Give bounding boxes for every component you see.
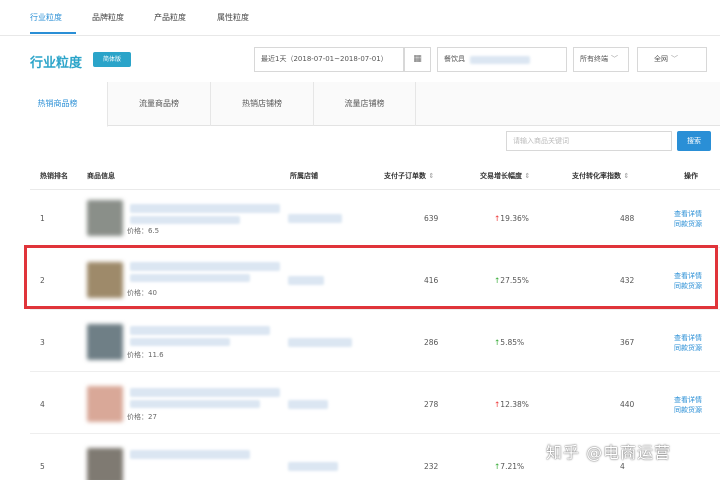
tab-traffic-products[interactable]: 流量商品榜 [108,82,211,126]
growth-value: 12.38% [500,400,529,409]
blurred-shop-name[interactable] [288,338,352,347]
orders-cell: 232 [424,462,439,471]
tab-attribute[interactable]: 属性粒度 [217,12,249,23]
price-text: 价格：6.5 [127,227,160,235]
blurred-product-title[interactable] [130,388,280,397]
table-row: 1 价格：6.5 639 ↑19.36% 488 查看详情 同款货源 [30,190,720,248]
table-row: 4 价格：27 278 ↑12.38% 440 查看详情 同款货源 [30,376,720,434]
orders-cell: 286 [424,338,439,347]
table-row: 3 价格：11.6 286 ↑5.85% 367 查看详情 同款货源 [30,314,720,372]
row-actions: 查看详情 同款货源 [674,333,702,353]
conversion-cell: 440 [620,400,635,409]
highlight-annotation [24,245,718,309]
header-conversion[interactable]: 支付转化率指数 ⇕ [572,171,629,181]
tab-brand[interactable]: 品牌粒度 [92,12,124,23]
search-button[interactable]: 搜索 [677,131,711,151]
conversion-cell: 367 [620,338,635,347]
calendar-icon[interactable]: ▦ [404,47,431,72]
sort-icon: ⇕ [524,172,531,180]
product-thumbnail[interactable] [87,200,123,236]
row-actions: 查看详情 同款货源 [674,395,702,415]
blurred-product-title[interactable] [130,204,280,213]
row-actions: 查看详情 同款货源 [674,209,702,229]
category-value: 餐饮具 [444,55,465,63]
price-text: 价格：11.6 [127,351,164,359]
blurred-product-title[interactable] [130,400,260,408]
growth-cell: ↑5.85% [494,338,524,347]
rank-cell: 3 [40,338,45,347]
chevron-down-icon: ﹀ [611,55,618,63]
date-range-select[interactable]: 最近1天（2018-07-01~2018-07-01） [254,47,404,72]
product-thumbnail[interactable] [87,386,123,422]
ranking-tabs: 热销商品榜 流量商品榜 热销店铺榜 流量店铺榜 [8,82,720,127]
header-rank: 热销排名 [40,172,68,180]
orders-cell: 278 [424,400,439,409]
blurred-product-title[interactable] [130,216,240,224]
similar-source-link[interactable]: 同款货源 [674,219,702,229]
blurred-product-title[interactable] [130,450,250,459]
terminal-value: 所有终端 [580,55,608,63]
page-title: 行业粒度 [30,56,83,71]
tab-industry[interactable]: 行业粒度 [30,12,62,23]
growth-cell: ↑7.21% [494,462,524,471]
similar-source-link[interactable]: 同款货源 [674,405,702,415]
rank-cell: 1 [40,214,45,223]
terminal-select[interactable]: 所有终端 ﹀ [573,47,629,72]
sort-icon: ⇕ [428,172,435,180]
tab-hot-shops[interactable]: 热销店铺榜 [211,82,314,126]
table-header: 热销排名 商品信息 所属店铺 支付子订单数 ⇕ 交易增长幅度 ⇕ 支付转化率指数… [30,160,720,190]
top-nav: 行业粒度 品牌粒度 产品粒度 属性粒度 [0,0,720,36]
rank-cell: 4 [40,400,45,409]
header-product: 商品信息 [87,172,115,180]
title-badge[interactable]: 简体版 [93,52,131,67]
growth-value: 19.36% [500,214,529,223]
blurred-product-title[interactable] [130,338,230,346]
price-text: 价格：27 [127,413,157,421]
blurred-shop-name[interactable] [288,400,328,409]
tab-product[interactable]: 产品粒度 [154,12,186,23]
header-actions: 操作 [684,172,698,180]
blurred-shop-name[interactable] [288,462,338,471]
chevron-down-icon: ﹀ [671,55,678,63]
sort-icon: ⇕ [623,172,630,180]
product-thumbnail[interactable] [87,448,123,480]
view-detail-link[interactable]: 查看详情 [674,209,702,219]
header-conversion-label: 支付转化率指数 [572,172,621,180]
orders-cell: 639 [424,214,439,223]
blurred-shop-name[interactable] [288,214,342,223]
view-detail-link[interactable]: 查看详情 [674,395,702,405]
conversion-cell: 488 [620,214,635,223]
blurred-product-title[interactable] [130,326,270,335]
growth-value: 5.85% [500,338,525,347]
product-thumbnail[interactable] [87,324,123,360]
active-tab-indicator [30,32,76,34]
header-orders[interactable]: 支付子订单数 ⇕ [384,171,434,181]
blurred-category-text [470,56,530,64]
growth-value: 7.21% [500,462,525,471]
header-growth[interactable]: 交易增长幅度 ⇕ [480,171,530,181]
tab-traffic-shops[interactable]: 流量店铺榜 [314,82,416,126]
header-orders-label: 支付子订单数 [384,172,426,180]
header-growth-label: 交易增长幅度 [480,172,522,180]
date-range-value: 最近1天（2018-07-01~2018-07-01） [261,55,388,63]
growth-cell: ↑12.38% [494,400,529,409]
view-detail-link[interactable]: 查看详情 [674,333,702,343]
conversion-cell: 4 [620,462,625,471]
similar-source-link[interactable]: 同款货源 [674,343,702,353]
region-select[interactable]: 全网 ﹀ [637,47,707,72]
tab-hot-products[interactable]: 热销商品榜 [8,82,108,127]
rank-cell: 5 [40,462,45,471]
region-value: 全网 [654,55,668,63]
header-shop: 所属店铺 [290,172,318,180]
growth-cell: ↑19.36% [494,214,529,223]
watermark: 知乎 @电商运营 [546,443,672,462]
product-search-input[interactable]: 请输入商品关键词 [506,131,672,151]
